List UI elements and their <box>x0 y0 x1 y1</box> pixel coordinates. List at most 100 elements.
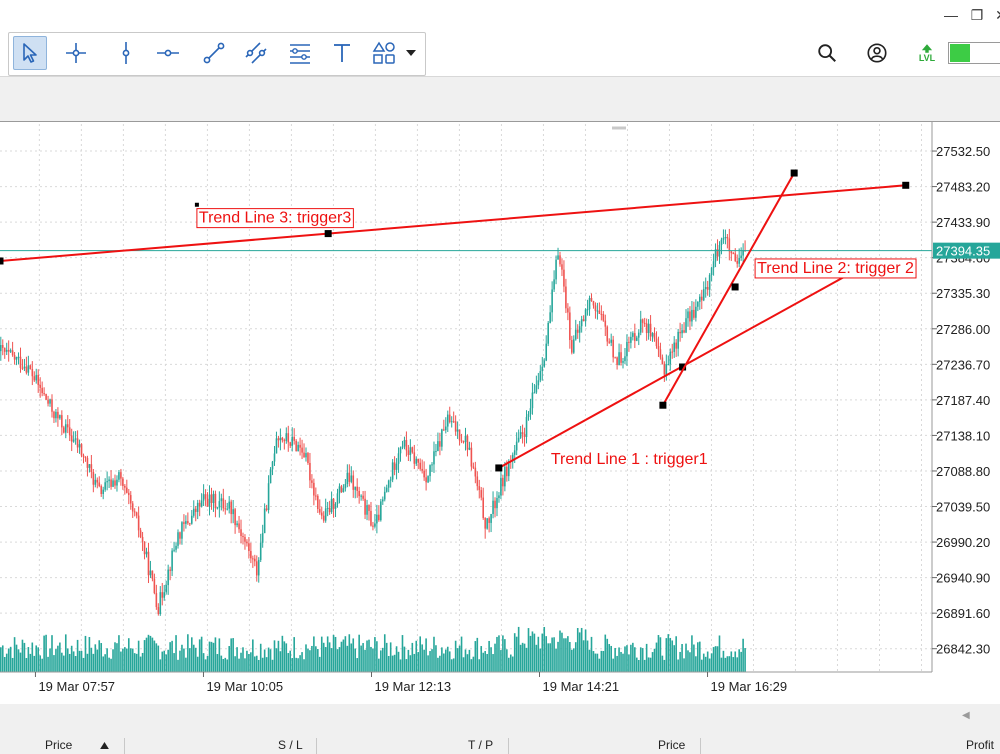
volume-bar <box>389 642 392 672</box>
volume-bar <box>661 655 664 672</box>
volume-bar <box>537 636 540 672</box>
horizontal-line-tool-button[interactable] <box>151 36 185 70</box>
volume-bar <box>141 652 144 672</box>
volume-bar <box>553 637 555 672</box>
column-header-price[interactable]: Price <box>45 738 72 754</box>
level-meter-fill <box>950 44 970 62</box>
column-header-tp[interactable]: T / P <box>468 738 493 754</box>
close-icon[interactable]: ✕ <box>990 4 1000 26</box>
candle-body <box>655 338 658 347</box>
vertical-line-tool-button[interactable] <box>109 36 143 70</box>
volume-bar <box>21 639 24 672</box>
candle-body <box>145 551 148 555</box>
candle-body <box>192 508 195 516</box>
candle-body <box>661 357 664 364</box>
candle-body <box>537 380 540 386</box>
volume-bar <box>519 644 522 672</box>
candle-body <box>80 444 83 456</box>
volume-bar <box>228 646 231 672</box>
volume-bar <box>376 641 378 672</box>
volume-bar <box>448 651 451 672</box>
price-axis-label: 26940.90 <box>936 571 990 586</box>
price-axis: 27532.5027483.2027433.9027384.6027335.30… <box>931 122 1000 672</box>
candle-body <box>425 477 427 483</box>
candle-body <box>427 476 429 483</box>
volume-bar <box>484 651 486 672</box>
candle-body <box>114 480 116 486</box>
candle-body <box>317 495 319 510</box>
scroll-left-icon[interactable]: ◀ <box>962 710 970 721</box>
volume-bar <box>143 640 146 672</box>
price-chart[interactable]: Trend Line 1 : trigger1 Trend Line 2: tri… <box>0 122 1000 702</box>
candle-body <box>285 433 288 441</box>
candle-body <box>393 462 396 470</box>
volume-bar <box>108 657 110 672</box>
chart-window[interactable]: Trend Line 1 : trigger1 Trend Line 2: tri… <box>0 121 1000 705</box>
candle-body <box>559 255 561 265</box>
volume-bar <box>9 646 12 672</box>
candle-body <box>159 592 162 614</box>
volume-bar <box>63 655 65 672</box>
candle-body <box>90 464 93 473</box>
candle-body <box>143 541 146 555</box>
candle-body <box>604 320 607 327</box>
candle-body <box>539 371 542 381</box>
volume-bar <box>336 649 339 672</box>
volume-bar <box>421 644 423 672</box>
volume-bar <box>49 648 51 672</box>
candle-body <box>574 329 577 340</box>
volume-bar <box>370 646 372 672</box>
channel-tool-button[interactable] <box>239 36 273 70</box>
candle-body <box>594 305 597 311</box>
volume-bar <box>561 632 563 672</box>
volume-bar <box>273 640 276 672</box>
candle-body <box>139 530 142 537</box>
candle-body <box>547 322 549 344</box>
candle-body <box>3 347 6 352</box>
candle-body <box>179 532 181 539</box>
volume-bar <box>244 658 246 672</box>
account-button[interactable] <box>862 38 892 68</box>
lvl-indicator[interactable]: LVL <box>912 38 942 68</box>
column-header-profit[interactable]: Profit <box>966 738 994 754</box>
crosshair-tool-button[interactable] <box>59 36 93 70</box>
volume-bar <box>255 655 258 672</box>
fibonacci-lines-icon <box>290 44 310 64</box>
candle-body <box>378 514 380 521</box>
candle-body <box>147 551 150 576</box>
volume-bar <box>57 645 59 672</box>
volume-bar <box>419 636 421 672</box>
volume-bar <box>66 648 69 672</box>
text-tool-button[interactable] <box>325 36 359 70</box>
cursor-tool-button[interactable] <box>13 36 47 70</box>
trend-line-tool-button[interactable] <box>197 36 231 70</box>
volume-bar <box>315 646 317 672</box>
minimize-icon[interactable]: — <box>940 4 962 26</box>
column-header-sl[interactable]: S / L <box>278 738 303 754</box>
volume-bar <box>600 650 603 672</box>
volume-bar <box>482 652 485 672</box>
candle-body <box>232 509 234 515</box>
volume-bar <box>472 656 475 672</box>
volume-bar <box>78 650 81 672</box>
fibonacci-tool-button[interactable] <box>283 36 317 70</box>
column-separator <box>124 738 125 754</box>
volume-bar <box>153 640 156 672</box>
volume-bar <box>637 659 640 672</box>
volume-bar <box>383 634 386 672</box>
shapes-dropdown-button[interactable] <box>401 36 421 70</box>
volume-bar <box>169 642 171 672</box>
volume-bar <box>5 653 8 672</box>
candle-body <box>403 440 406 447</box>
shapes-tool-button[interactable] <box>367 36 401 70</box>
column-header-price-current[interactable]: Price <box>658 738 685 754</box>
volume-bar <box>222 659 225 672</box>
volume-bar <box>712 647 715 672</box>
search-button[interactable] <box>812 38 842 68</box>
volume-bar <box>691 635 693 672</box>
candle-body <box>637 332 640 338</box>
volume-bar <box>567 636 569 672</box>
candle-body <box>513 450 516 455</box>
volume-bar <box>159 659 162 672</box>
restore-icon[interactable]: ❐ <box>966 4 988 26</box>
